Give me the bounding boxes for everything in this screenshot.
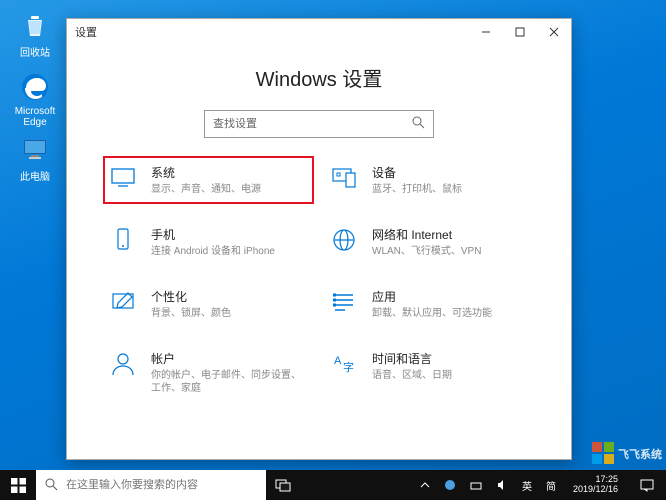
card-title: 帐户 [151,350,308,367]
card-desc: 卸载、默认应用、可选功能 [372,307,529,320]
ime-indicator[interactable]: 英 [519,470,535,500]
window-controls [469,19,571,45]
settings-content: Windows 设置 系统 显示、声音、通知、电源 [67,45,571,459]
card-title: 应用 [372,288,529,305]
card-desc: 语音、区域、日期 [372,369,529,382]
task-view-button[interactable] [266,470,300,500]
taskbar-search[interactable] [36,470,266,500]
card-title: 网络和 Internet [372,226,529,243]
desktop-icon-thispc[interactable]: 此电脑 [10,132,60,183]
taskbar-clock[interactable]: 17:25 2019/12/16 [567,475,624,495]
desktop-icon-label: 回收站 [20,44,50,59]
tray-volume-icon[interactable] [493,470,511,500]
settings-search-box[interactable] [204,110,434,138]
card-personalization[interactable]: 个性化 背景、锁屏、颜色 [107,284,310,324]
card-phone[interactable]: 手机 连接 Android 设备和 iPhone [107,222,310,262]
minimize-button[interactable] [469,19,503,45]
card-time-language[interactable]: A字 时间和语言 语音、区域、日期 [328,346,531,399]
card-title: 系统 [151,164,308,181]
system-icon [109,164,137,192]
time-language-icon: A字 [330,350,358,378]
system-tray: 英 简 17:25 2019/12/16 [413,470,666,500]
card-apps[interactable]: 应用 卸载、默认应用、可选功能 [328,284,531,324]
edge-icon [18,70,52,104]
card-desc: 连接 Android 设备和 iPhone [151,245,308,258]
card-desc: WLAN、飞行模式、VPN [372,245,529,258]
tray-network-icon[interactable] [467,470,485,500]
clock-date: 2019/12/16 [573,485,618,495]
start-button[interactable] [0,470,36,500]
svg-text:A: A [334,355,342,367]
settings-search-input[interactable] [213,118,411,130]
card-desc: 蓝牙、打印机、鼠标 [372,183,529,196]
thispc-icon [18,132,52,166]
desktop-icon-label: 此电脑 [20,168,50,183]
card-accounts[interactable]: 帐户 你的帐户、电子邮件、同步设置、工作、家庭 [107,346,310,399]
card-desc: 你的帐户、电子邮件、同步设置、工作、家庭 [151,369,308,395]
card-title: 设备 [372,164,529,181]
taskbar-search-input[interactable] [66,479,258,491]
devices-icon [330,164,358,192]
svg-text:字: 字 [343,360,354,374]
card-desc: 显示、声音、通知、电源 [151,183,308,196]
tray-app-icon[interactable] [441,470,459,500]
card-title: 时间和语言 [372,350,529,367]
ime-indicator2[interactable]: 简 [543,470,559,500]
desktop: 回收站 Microsoft Edge 此电脑 设置 [0,0,666,500]
personalization-icon [109,288,137,316]
svg-text:飞飞系统: 飞飞系统 [618,447,662,461]
tray-chevron-up-icon[interactable] [417,470,433,500]
recycle-bin-icon [18,8,52,42]
card-devices[interactable]: 设备 蓝牙、打印机、鼠标 [328,160,531,200]
desktop-icon-edge[interactable]: Microsoft Edge [10,70,60,128]
network-icon [330,226,358,254]
action-center-button[interactable] [632,478,662,492]
apps-icon [330,288,358,316]
titlebar[interactable]: 设置 [67,19,571,45]
card-desc: 背景、锁屏、颜色 [151,307,308,320]
accounts-icon [109,350,137,378]
watermark: 飞飞系统 [592,438,662,468]
card-title: 手机 [151,226,308,243]
desktop-icon-recycle-bin[interactable]: 回收站 [10,8,60,59]
card-title: 个性化 [151,288,308,305]
search-icon [411,115,425,134]
page-title: Windows 设置 [101,63,537,92]
settings-grid: 系统 显示、声音、通知、电源 设备 蓝牙、打印机、鼠标 [101,160,537,399]
phone-icon [109,226,137,254]
desktop-icon-label: Microsoft Edge [15,106,56,128]
search-icon [44,477,58,494]
card-system[interactable]: 系统 显示、声音、通知、电源 [103,156,314,204]
window-title: 设置 [75,24,97,40]
maximize-button[interactable] [503,19,537,45]
taskbar: 英 简 17:25 2019/12/16 [0,470,666,500]
card-network[interactable]: 网络和 Internet WLAN、飞行模式、VPN [328,222,531,262]
close-button[interactable] [537,19,571,45]
settings-window: 设置 Windows 设置 [66,18,572,460]
